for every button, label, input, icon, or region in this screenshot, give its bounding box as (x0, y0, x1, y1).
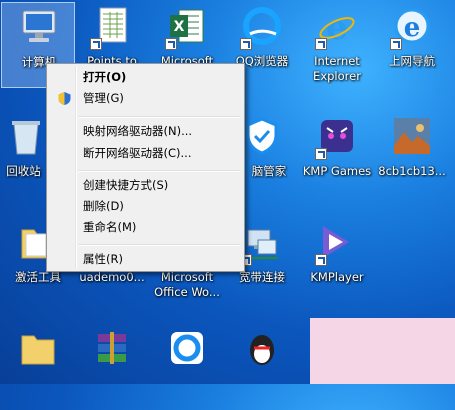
menu-item-delete[interactable]: 删除(D) (49, 196, 242, 217)
menu-item-delete-label: 删除(D) (83, 199, 124, 213)
web-navigation-label: 上网导航 (389, 54, 435, 68)
winrar-books-icon (98, 332, 126, 364)
web-navigation-item[interactable]: e 上网导航 (375, 2, 449, 88)
shortcut-arrow-icon (165, 38, 177, 50)
menu-item-map-drive-label: 映射网络驱动器(N)... (83, 124, 193, 138)
pink-overlay-block (310, 318, 455, 384)
menu-separator (78, 170, 240, 172)
folder-icon (21, 335, 55, 365)
shield-icon (246, 117, 278, 155)
menu-item-rename[interactable]: 重命名(M) (49, 217, 242, 238)
desktop: 计算机 Points to X Microsoft QQ浏览器 e Intern… (0, 0, 455, 384)
menu-item-open[interactable]: 打开(O) (49, 67, 242, 88)
menu-item-create-shortcut[interactable]: 创建快捷方式(S) (49, 175, 242, 196)
shortcut-arrow-icon (390, 38, 402, 50)
menu-item-rename-label: 重命名(M) (83, 220, 137, 234)
shortcut-arrow-icon (315, 38, 327, 50)
folder-item-row4[interactable] (1, 324, 75, 410)
internet-explorer-item[interactable]: e Internet Explorer (300, 2, 374, 88)
menu-item-open-label: 打开(O) (83, 70, 127, 84)
recycle-bin-icon (12, 121, 40, 155)
uac-shield-icon (58, 92, 71, 105)
image-thumbnail-icon (394, 118, 430, 154)
winrar-item[interactable] (75, 324, 149, 410)
kmplayer-item[interactable]: KMPlayer (300, 218, 374, 304)
kmp-games-label: KMP Games (302, 164, 372, 178)
broadband-label: 宽带连接 (239, 270, 285, 284)
menu-item-manage[interactable]: 管理(G) (49, 88, 242, 109)
office-word-label: Microsoft Office Wo... (154, 270, 220, 299)
menu-item-disconnect-drive[interactable]: 断开网络驱动器(C)... (49, 143, 242, 164)
qq-item[interactable] (225, 324, 299, 410)
shortcut-arrow-icon (315, 148, 327, 160)
menu-item-properties-label: 属性(R) (83, 252, 123, 266)
menu-separator (78, 244, 240, 246)
internet-explorer-label: Internet Explorer (313, 54, 361, 83)
menu-item-manage-label: 管理(G) (83, 91, 124, 105)
menu-item-properties[interactable]: 属性(R) (49, 249, 242, 270)
uademo-label: uademo0... (79, 270, 145, 284)
menu-item-disconnect-drive-label: 断开网络驱动器(C)... (83, 146, 192, 160)
player-item[interactable] (150, 324, 224, 410)
svg-text:X: X (174, 19, 185, 35)
qq-penguin-icon (250, 335, 274, 365)
menu-separator (78, 116, 240, 118)
recycle-bin-label: 回收站 (6, 164, 41, 178)
shortcut-arrow-icon (90, 38, 102, 50)
computer-icon (22, 10, 56, 42)
image-file-label: 8cb1cb13... (378, 164, 446, 178)
menu-item-create-shortcut-label: 创建快捷方式(S) (83, 178, 169, 192)
shortcut-arrow-icon (315, 254, 327, 266)
image-file-item[interactable]: 8cb1cb13... (375, 112, 449, 198)
player-icon (171, 332, 203, 364)
pc-manager-label: 脑管家 (251, 164, 287, 178)
kmplayer-label: KMPlayer (310, 270, 364, 284)
recycle-bin-item[interactable]: 回收站 (1, 112, 46, 198)
context-menu: 打开(O) 管理(G) 映射网络驱动器(N)... 断开网络驱动器(C)... … (46, 63, 245, 272)
svg-text:e: e (404, 13, 421, 43)
menu-item-map-drive[interactable]: 映射网络驱动器(N)... (49, 121, 242, 142)
svg-text:e: e (326, 8, 348, 46)
shortcut-arrow-icon (240, 38, 252, 50)
kmp-games-item[interactable]: KMP Games (300, 112, 374, 198)
activation-tool-label: 激活工具 (15, 270, 61, 284)
